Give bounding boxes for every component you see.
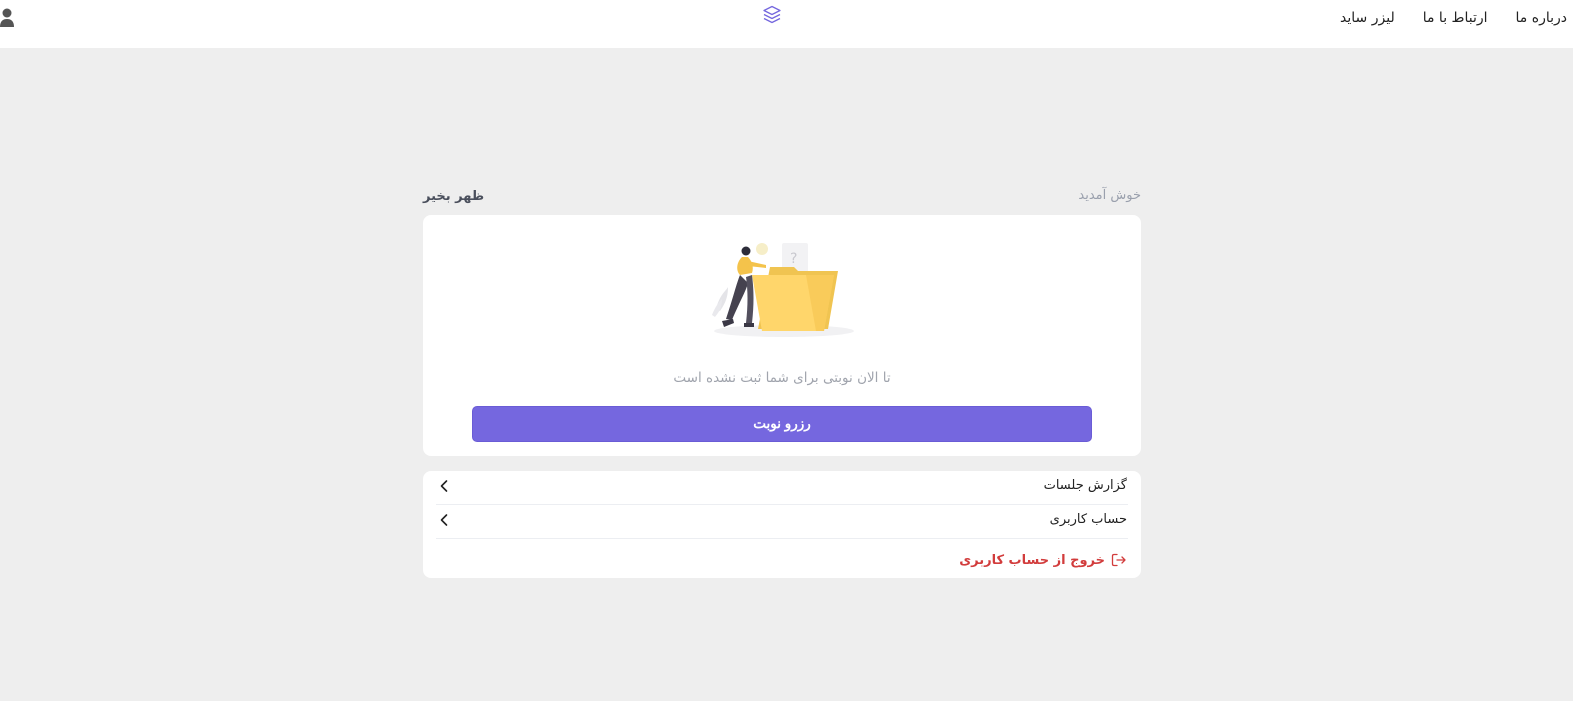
user-icon[interactable] (0, 8, 16, 28)
empty-appointments-message: تا الان نوبتی برای شما ثبت نشده است (673, 370, 891, 386)
welcome-text: خوش آمدید (1078, 188, 1141, 203)
top-navbar: لیزر ساید ارتباط با ما درباره ما (0, 0, 1573, 48)
menu-item-session-reports[interactable]: گزارش جلسات (436, 471, 1128, 505)
logout-icon (1111, 553, 1126, 567)
book-appointment-button[interactable]: رزرو نوبت (472, 406, 1092, 442)
svg-text:?: ? (790, 251, 797, 267)
layers-icon[interactable] (762, 5, 782, 25)
logout-button[interactable]: خروج از حساب کاربری (959, 551, 1127, 569)
appointments-card: ? تا الان نوبتی برای شما ثبت نشده است رز… (423, 215, 1141, 456)
nav-item-home[interactable]: لیزر ساید (1340, 10, 1395, 26)
nav-item-contact[interactable]: ارتباط با ما (1423, 10, 1488, 26)
menu-item-user-account[interactable]: حساب کاربری (436, 505, 1128, 539)
menu-item-label: گزارش جلسات (1043, 478, 1127, 493)
menu-item-label: حساب کاربری (1049, 512, 1127, 527)
empty-folder-illustration: ? (712, 243, 854, 337)
greeting-text: ظهر بخیر (423, 189, 485, 204)
account-menu-card: گزارش جلسات حساب کاربری خروج از حساب کار… (423, 471, 1141, 578)
nav-item-about[interactable]: درباره ما (1516, 10, 1567, 26)
chevron-left-icon (440, 480, 448, 492)
logout-label: خروج از حساب کاربری (959, 552, 1105, 568)
greeting-row: خوش آمدید ظهر بخیر (423, 186, 1141, 208)
main-nav: لیزر ساید ارتباط با ما درباره ما (1340, 8, 1567, 28)
chevron-left-icon (440, 514, 448, 526)
